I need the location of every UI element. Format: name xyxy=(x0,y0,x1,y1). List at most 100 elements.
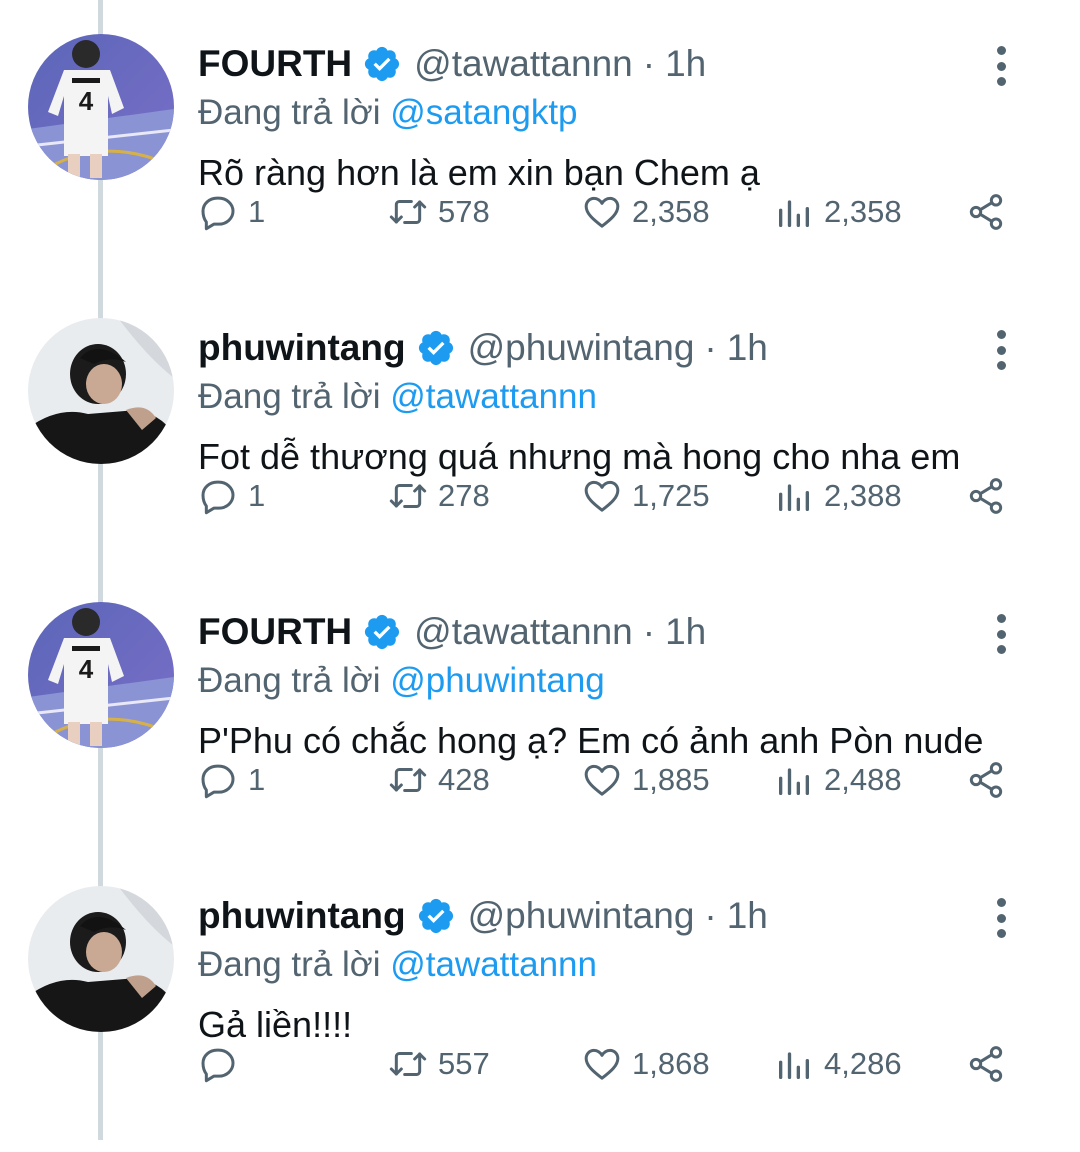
views-button[interactable]: 4,286 xyxy=(774,1042,902,1086)
more-options-icon[interactable] xyxy=(986,896,1016,940)
timestamp[interactable]: 1h xyxy=(727,327,768,369)
reply-button[interactable]: 1 xyxy=(198,758,265,802)
mention-link[interactable]: @tawattannn xyxy=(390,945,597,984)
retweet-count: 278 xyxy=(438,478,490,513)
replying-to-label: Đang trả lời xyxy=(198,661,381,700)
timestamp[interactable]: 1h xyxy=(727,895,768,937)
tweet-header: FOURTH @tawattannn · 1h xyxy=(198,606,1060,658)
retweet-button[interactable]: 278 xyxy=(388,474,490,518)
views-button[interactable]: 2,488 xyxy=(774,758,902,802)
separator-dot: · xyxy=(704,327,717,368)
tweet-content: phuwintang @phuwintang · 1h Đang trả lời… xyxy=(198,890,1060,1048)
user-handle[interactable]: @phuwintang xyxy=(468,327,695,369)
share-button[interactable] xyxy=(966,758,1006,802)
display-name[interactable]: phuwintang xyxy=(198,327,406,369)
views-button[interactable]: 2,388 xyxy=(774,474,902,518)
timestamp[interactable]: 1h xyxy=(665,43,706,85)
retweet-button[interactable]: 557 xyxy=(388,1042,490,1086)
portrait-photo-avatar-image xyxy=(28,318,174,464)
portrait-photo-avatar-image xyxy=(28,886,174,1032)
share-icon xyxy=(966,1044,1006,1084)
tweet[interactable]: 4 FOURTH @tawattannn · 1h Đang trả lời @… xyxy=(0,568,1080,852)
tweet[interactable]: 4 FOURTH @tawattannn · 1h Đang trả lời @… xyxy=(0,0,1080,284)
views-count: 4,286 xyxy=(824,1046,902,1081)
separator-dot: · xyxy=(642,611,656,652)
tweet-content: FOURTH @tawattannn · 1h Đang trả lời @ph… xyxy=(198,606,1060,764)
share-button[interactable] xyxy=(966,1042,1006,1086)
views-icon xyxy=(774,192,814,232)
svg-text:4: 4 xyxy=(79,86,94,116)
share-button[interactable] xyxy=(966,190,1006,234)
retweet-count: 428 xyxy=(438,762,490,797)
views-icon xyxy=(774,1044,814,1084)
user-handle[interactable]: @tawattannn xyxy=(414,43,633,85)
like-button[interactable]: 1,868 xyxy=(582,1042,710,1086)
tweet-actions: 557 1,868 4,286 xyxy=(198,1042,1038,1086)
more-options-icon[interactable] xyxy=(986,612,1016,656)
display-name[interactable]: FOURTH xyxy=(198,43,352,85)
like-button[interactable]: 2,358 xyxy=(582,190,710,234)
like-count: 1,725 xyxy=(632,478,710,513)
avatar[interactable]: 4 xyxy=(28,34,174,180)
replying-to-label: Đang trả lời xyxy=(198,93,381,132)
views-count: 2,488 xyxy=(824,762,902,797)
avatar[interactable]: 4 xyxy=(28,602,174,748)
views-button[interactable]: 2,358 xyxy=(774,190,902,234)
display-name[interactable]: phuwintang xyxy=(198,895,406,937)
retweet-count: 578 xyxy=(438,194,490,229)
tweet-actions: 1 578 2,358 2,358 xyxy=(198,190,1038,234)
separator-dot: · xyxy=(642,43,656,84)
like-count: 1,868 xyxy=(632,1046,710,1081)
replying-to: Đang trả lời @phuwintang xyxy=(198,658,1060,704)
views-icon xyxy=(774,760,814,800)
replying-to: Đang trả lời @tawattannn xyxy=(198,942,1060,988)
heart-icon xyxy=(582,192,622,232)
share-button[interactable] xyxy=(966,474,1006,518)
user-handle[interactable]: @tawattannn xyxy=(414,611,633,653)
tweet-content: phuwintang @phuwintang · 1h Đang trả lời… xyxy=(198,322,1060,480)
replying-to: Đang trả lời @satangktp xyxy=(198,90,1060,136)
retweet-icon xyxy=(388,192,428,232)
retweet-icon xyxy=(388,1044,428,1084)
retweet-button[interactable]: 578 xyxy=(388,190,490,234)
views-count: 2,358 xyxy=(824,194,902,229)
display-name[interactable]: FOURTH xyxy=(198,611,352,653)
like-count: 2,358 xyxy=(632,194,710,229)
replying-to-label: Đang trả lời xyxy=(198,377,381,416)
mention-link[interactable]: @satangktp xyxy=(390,93,577,132)
like-count: 1,885 xyxy=(632,762,710,797)
retweet-icon xyxy=(388,476,428,516)
like-button[interactable]: 1,725 xyxy=(582,474,710,518)
reply-button[interactable] xyxy=(198,1042,248,1086)
share-icon xyxy=(966,476,1006,516)
mention-link[interactable]: @tawattannn xyxy=(390,377,597,416)
avatar[interactable] xyxy=(28,318,174,464)
retweet-count: 557 xyxy=(438,1046,490,1081)
reply-icon xyxy=(198,1044,238,1084)
avatar[interactable] xyxy=(28,886,174,1032)
reply-button[interactable]: 1 xyxy=(198,190,265,234)
timestamp[interactable]: 1h xyxy=(665,611,706,653)
user-handle[interactable]: @phuwintang xyxy=(468,895,695,937)
views-count: 2,388 xyxy=(824,478,902,513)
heart-icon xyxy=(582,760,622,800)
share-icon xyxy=(966,760,1006,800)
more-options-icon[interactable] xyxy=(986,44,1016,88)
tweet[interactable]: phuwintang @phuwintang · 1h Đang trả lời… xyxy=(0,852,1080,1136)
tweet[interactable]: phuwintang @phuwintang · 1h Đang trả lời… xyxy=(0,284,1080,568)
replying-to: Đang trả lời @tawattannn xyxy=(198,374,1060,420)
heart-icon xyxy=(582,476,622,516)
verified-badge-icon xyxy=(362,612,402,652)
separator-dot: · xyxy=(704,895,717,936)
reply-button[interactable]: 1 xyxy=(198,474,265,518)
retweet-button[interactable]: 428 xyxy=(388,758,490,802)
more-options-icon[interactable] xyxy=(986,328,1016,372)
like-button[interactable]: 1,885 xyxy=(582,758,710,802)
jersey-photo-avatar-image: 4 xyxy=(28,602,174,748)
mention-link[interactable]: @phuwintang xyxy=(390,661,605,700)
reply-count: 1 xyxy=(248,194,266,229)
verified-badge-icon xyxy=(362,44,402,84)
retweet-icon xyxy=(388,760,428,800)
tweet-header: FOURTH @tawattannn · 1h xyxy=(198,38,1060,90)
reply-icon xyxy=(198,760,238,800)
